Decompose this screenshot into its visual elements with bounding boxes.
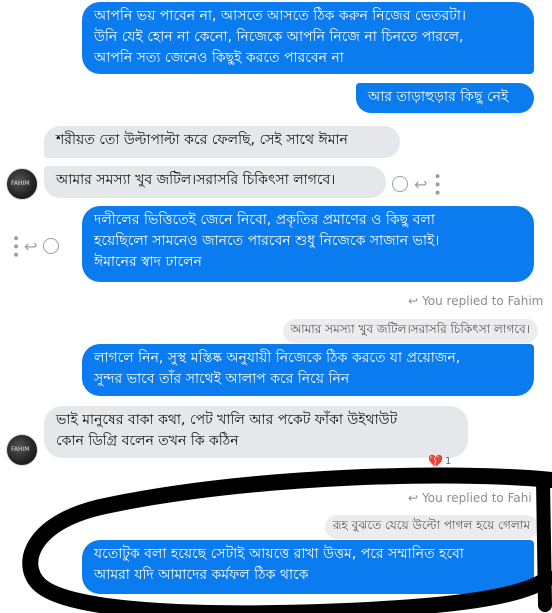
reply-icon[interactable]: ↩ (24, 237, 37, 256)
broken-heart-icon: 💔 (428, 454, 443, 468)
incoming-message[interactable]: আমার সমস্যা খুব জটিল।সরাসরি চিকিৎসা লাগব… (44, 166, 386, 198)
outgoing-message[interactable]: যতোটুক বলা হয়েছে সেটাই আয়ত্তে রাখা উত্… (82, 540, 534, 594)
avatar-label: FAHIM (11, 446, 30, 453)
message-actions: ••• ↩ (7, 234, 60, 259)
reaction-badge[interactable]: 💔 1 (428, 454, 451, 468)
quoted-message[interactable]: রূহ বুঝতে যেয়ে উল্টো পাগল হয়ে গেলাম (324, 515, 538, 539)
reply-label: You replied to Fahim (422, 294, 544, 308)
avatar[interactable]: FAHIM (6, 434, 38, 466)
reply-icon[interactable]: ↩ (414, 175, 427, 194)
reply-arrow-icon: ↩ (408, 491, 419, 505)
incoming-message[interactable]: শরীয়ত তো উল্টাপাল্টা করে ফেলছি, সেই সাথ… (44, 126, 400, 158)
reply-indicator: ↩ You replied to Fahim (408, 294, 543, 308)
incoming-message[interactable]: ভাই মানুষের বাকা কথা, পেট খালি আর পকেট ফ… (44, 406, 468, 458)
outgoing-message[interactable]: আপনি ভয় পাবেন না, আসতে আসতে ঠিক করুন নি… (82, 2, 534, 74)
avatar[interactable]: FAHIM (6, 168, 38, 200)
avatar-label: FAHIM (11, 180, 30, 187)
react-icon[interactable] (392, 176, 408, 193)
outgoing-message[interactable]: আর তাড়াহুড়ার কিছু নেই (356, 83, 534, 113)
annotation-edge (536, 473, 552, 612)
more-options-icon[interactable]: ••• (7, 234, 23, 259)
quoted-message[interactable]: আমার সমস্যা খুব জটিল।সরাসরি চিকিৎসা লাগব… (282, 319, 538, 343)
reply-label: You replied to Fahi (422, 491, 532, 505)
outgoing-message[interactable]: দলীলের ভিত্তিতেই জেনে নিবো, প্রকৃতির প্র… (82, 206, 534, 282)
reply-indicator: ↩ You replied to Fahi (408, 491, 532, 505)
outgoing-message[interactable]: লাগলে নিন, সুস্থ মস্তিষ্ক অনুযায়ী নিজেক… (82, 344, 534, 396)
reply-arrow-icon: ↩ (408, 294, 419, 308)
more-options-icon[interactable]: ••• (428, 172, 444, 197)
reaction-count: 1 (444, 455, 452, 467)
message-actions: ↩ ••• (392, 172, 444, 197)
react-icon[interactable] (43, 238, 60, 255)
